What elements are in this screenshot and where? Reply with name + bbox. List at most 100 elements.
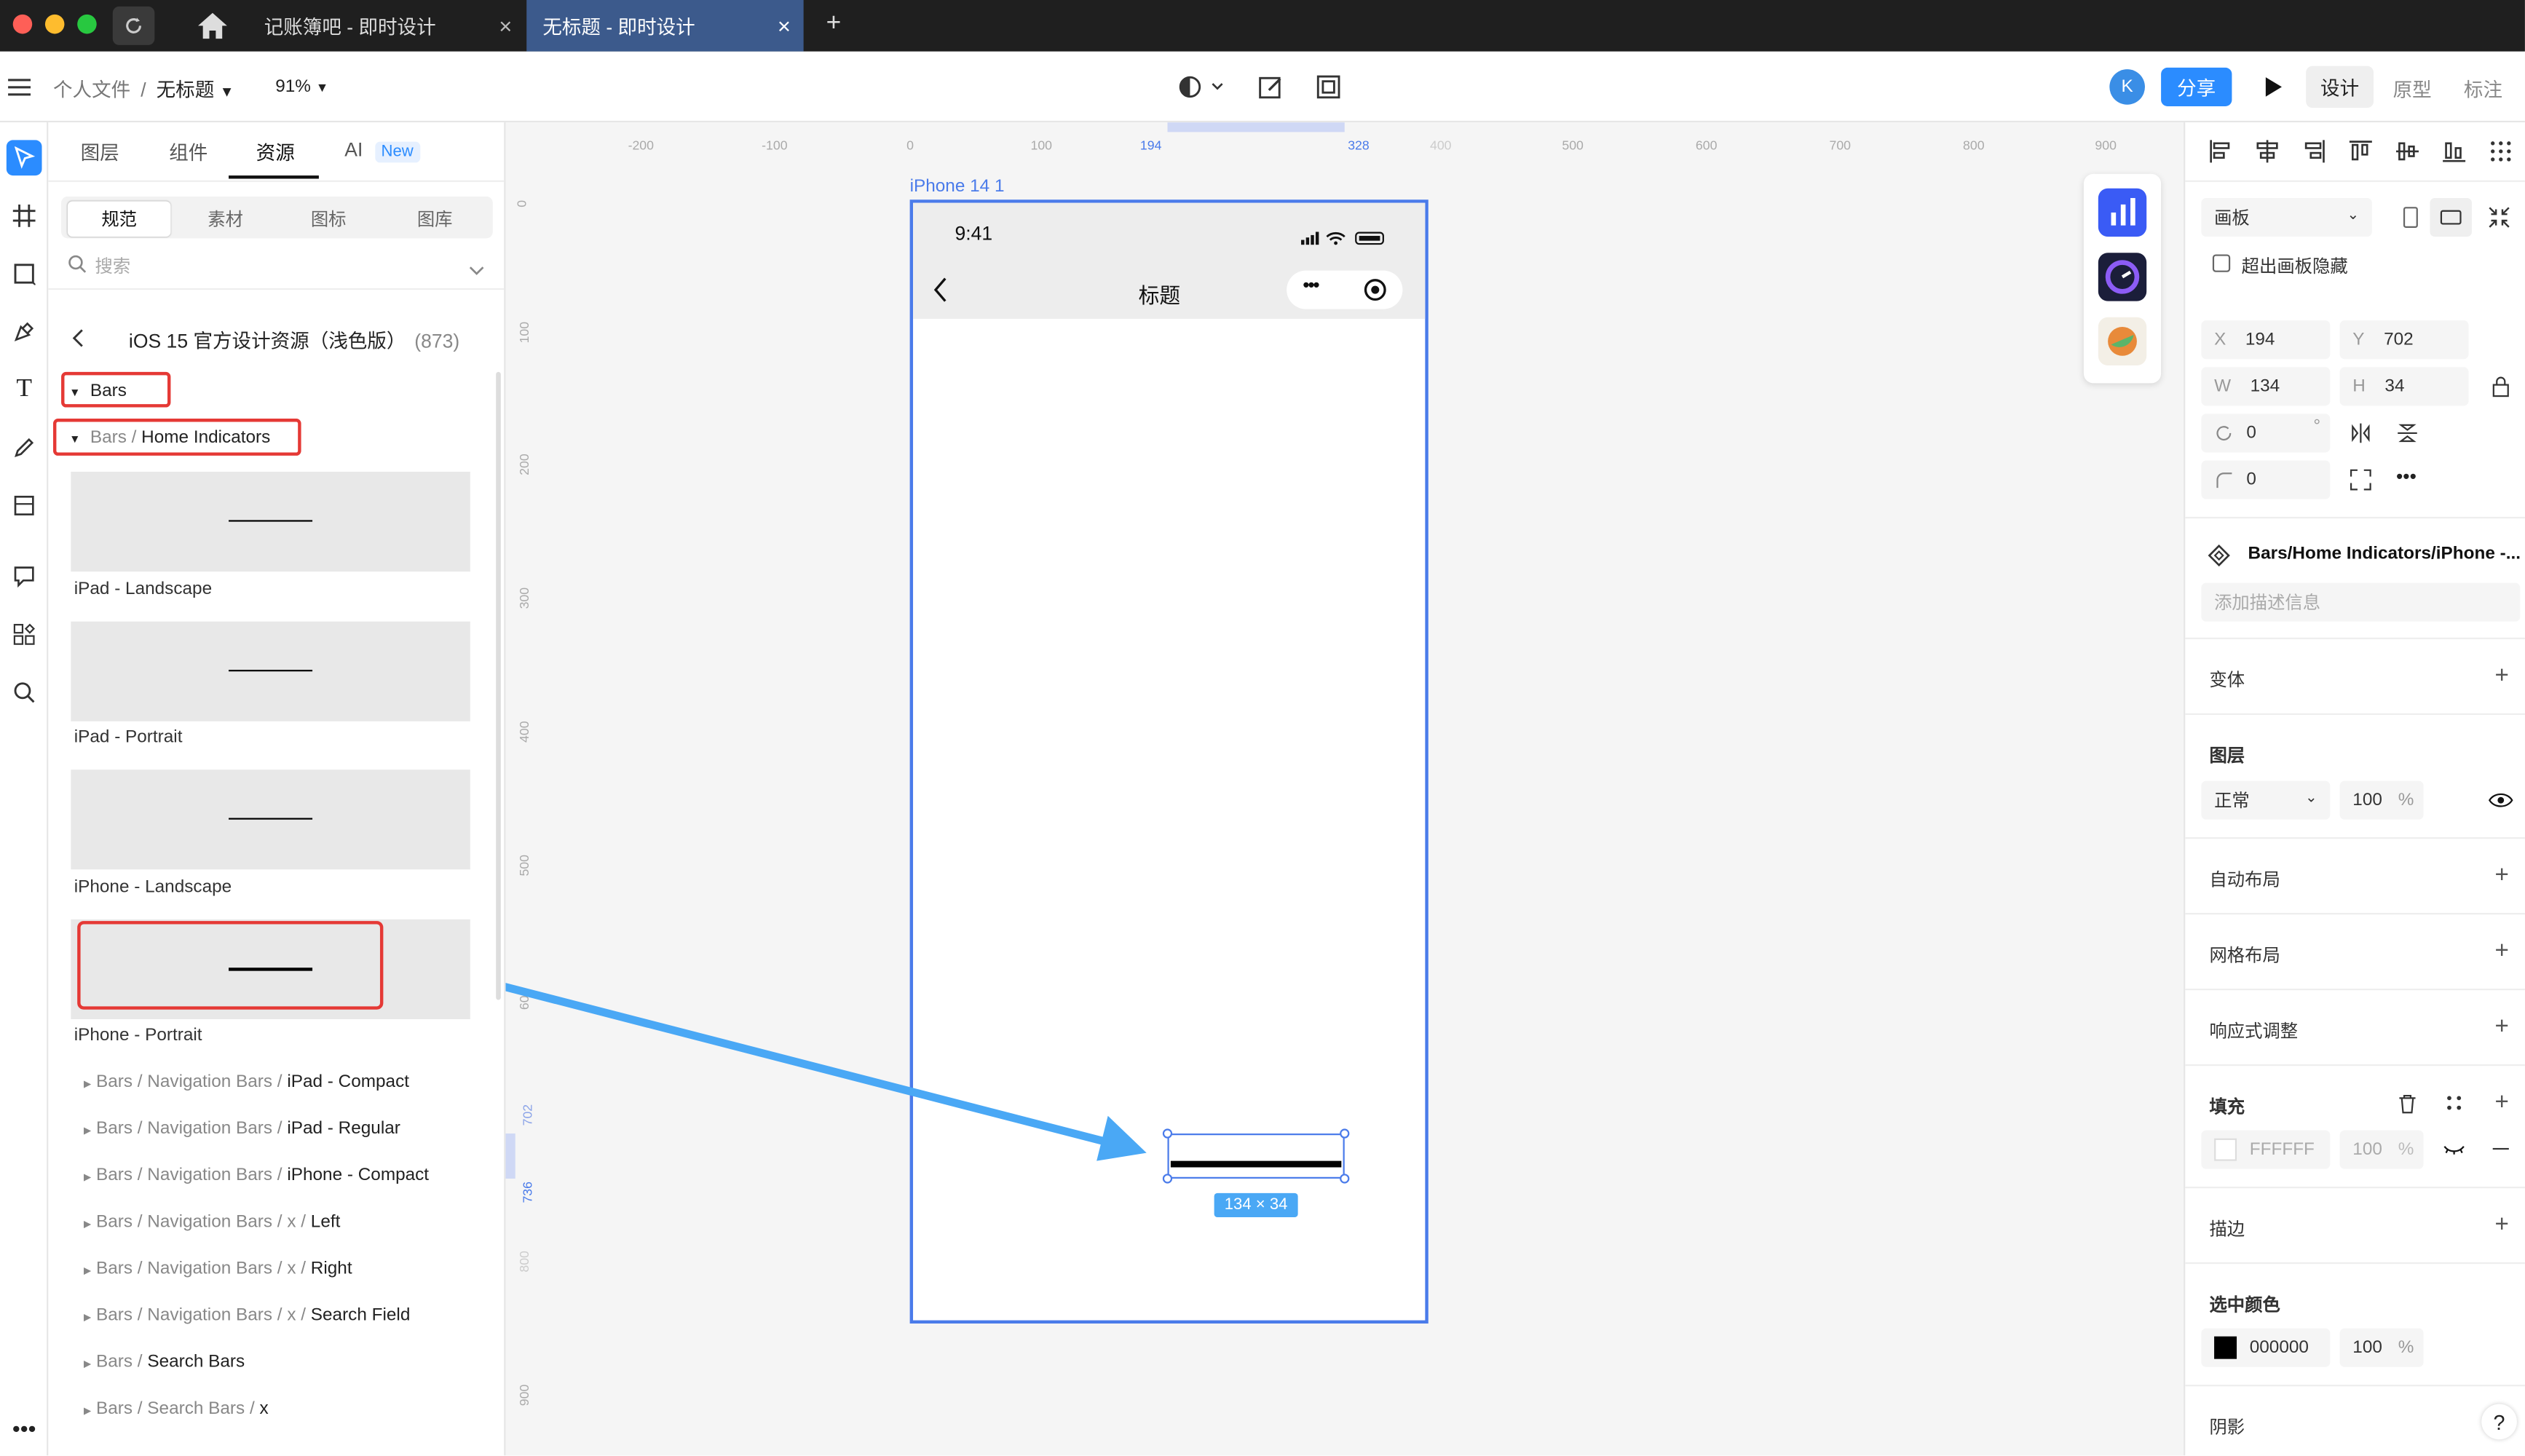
add-stroke-icon[interactable]: + [2494,1211,2508,1238]
chevron-down-icon[interactable]: ▼ [220,84,234,100]
tab-ai[interactable]: AI New [344,138,420,163]
more-options-icon[interactable]: ••• [2396,465,2417,488]
shape-tool[interactable] [7,256,42,292]
back-button[interactable] [71,327,87,356]
frame-view-button[interactable] [1316,74,1341,108]
mode-design-tab[interactable]: 设计 [2306,66,2374,108]
y-field[interactable]: Y 702 [2339,320,2469,360]
tree-item[interactable]: ▶ Bars / Navigation Bars / x / Search Fi… [84,1306,410,1326]
collapse-icon[interactable] [2488,206,2510,229]
component-thumb-iphone-landscape[interactable] [71,769,470,870]
mode-annotate-tab[interactable]: 标注 [2464,76,2502,103]
subtab-spec[interactable]: 规范 [67,201,171,237]
tree-item[interactable]: ▶ Bars / Navigation Bars / iPad - Compac… [84,1072,409,1092]
component-name[interactable]: Bars/Home Indicators/iPhone -... [2248,545,2521,564]
tree-item[interactable]: ▶ Bars / Navigation Bars / iPhone - Comp… [84,1166,429,1185]
plugins-tool[interactable] [7,617,42,652]
portrait-icon[interactable] [2401,206,2421,229]
tab-assets[interactable]: 资源 [256,138,295,166]
theme-toggle[interactable] [1179,74,1230,108]
tree-item-home-indicators[interactable]: ▼ Bars / Home Indicators [69,428,270,448]
file-name[interactable]: 无标题 [157,79,215,101]
frame-tool[interactable] [7,198,42,234]
tree-item[interactable]: ▶ Bars / Navigation Bars / x / Right [84,1259,352,1279]
close-tab-icon[interactable]: × [778,13,791,39]
selected-color-field[interactable]: 000000 [2201,1328,2331,1367]
style-icon[interactable] [2444,1093,2464,1113]
frame-type-select[interactable]: 画板 ⌄ [2201,198,2372,237]
pencil-tool[interactable] [7,430,42,466]
flip-horizontal-icon[interactable] [2350,422,2372,444]
x-field[interactable]: X 194 [2201,320,2331,360]
lock-icon[interactable] [2491,375,2510,397]
subtab-icons[interactable]: 图标 [277,201,380,237]
flip-vertical-icon[interactable] [2396,422,2419,444]
height-field[interactable]: H 34 [2339,367,2469,406]
fill-opacity-field[interactable]: 100 % [2339,1130,2424,1169]
tab-components[interactable]: 组件 [169,138,208,166]
blend-mode-select[interactable]: 正常 ⌄ [2201,780,2331,820]
component-thumb-ipad-landscape[interactable] [71,472,470,572]
layer-opacity-field[interactable]: 100 % [2339,780,2424,820]
rotation-field[interactable]: 0 ° [2201,414,2331,453]
tree-item[interactable]: ▶ Bars / Search Bars [84,1353,245,1372]
width-field[interactable]: W 134 [2201,367,2331,406]
tab-untitled[interactable]: 无标题 - 即时设计 × [526,0,804,52]
trash-icon[interactable] [2398,1093,2417,1115]
subtab-gallery[interactable]: 图库 [383,201,486,237]
description-input[interactable]: 添加描述信息 [2201,582,2521,622]
independent-corners-icon[interactable] [2350,469,2372,491]
corner-radius-field[interactable]: 0 [2201,460,2331,499]
tab-layers[interactable]: 图层 [81,138,119,166]
search-tool[interactable] [7,675,42,711]
subtab-materials[interactable]: 素材 [174,201,277,237]
design-canvas[interactable]: -200 -100 0 100 194 328 400 500 600 700 … [505,122,2184,1456]
avatar[interactable]: K [2109,69,2145,105]
remove-fill-icon[interactable] [2492,1147,2509,1151]
scrollbar[interactable] [496,371,501,1000]
eye-icon[interactable] [2488,791,2513,810]
tree-item[interactable]: ▶ Bars / Navigation Bars / iPad - Regula… [84,1119,400,1139]
fill-color-field[interactable]: FFFFFF [2201,1130,2331,1169]
search-input[interactable]: 搜索 [95,253,130,278]
align-toolbar[interactable] [2208,138,2513,164]
landscape-button[interactable] [2430,198,2472,237]
mode-prototype-tab[interactable]: 原型 [2393,76,2432,103]
component-thumb-ipad-portrait[interactable] [71,621,470,721]
help-button[interactable]: ? [2481,1404,2517,1440]
minimize-window-button[interactable] [44,14,65,34]
breadcrumb-parent[interactable]: 个人文件 [53,79,130,101]
move-tool[interactable] [6,140,42,176]
close-window-button[interactable] [12,14,33,34]
menu-button[interactable] [8,76,31,105]
add-variant-icon[interactable]: + [2494,662,2508,689]
selected-color-swatch[interactable] [2214,1336,2237,1359]
text-tool[interactable]: T [7,372,42,408]
play-button[interactable] [2261,76,2283,106]
share-button[interactable]: 分享 [2161,67,2232,106]
new-tab-button[interactable]: + [826,9,842,39]
tree-item[interactable]: ▶ Bars / Search Bars / x [84,1399,269,1419]
chevron-down-icon[interactable] [469,256,485,285]
close-tab-icon[interactable]: × [499,13,512,39]
add-responsive-icon[interactable]: + [2494,1013,2508,1040]
add-grid-layout-icon[interactable]: + [2494,937,2508,965]
reload-button[interactable] [112,6,155,45]
zoom-window-button[interactable] [77,14,97,34]
comment-tool[interactable] [7,558,42,594]
edit-button[interactable] [1257,74,1283,108]
more-tools-button[interactable]: ••• [7,1410,42,1446]
tab-ledger[interactable]: 记账簿吧 - 即时设计 × [248,0,525,52]
eye-closed-icon[interactable] [2443,1142,2465,1158]
add-auto-layout-icon[interactable]: + [2494,861,2508,889]
slice-tool[interactable] [7,488,42,523]
tree-item[interactable]: ▶ Bars / Navigation Bars / x / Left [84,1212,340,1232]
pen-tool[interactable] [7,314,42,349]
home-button[interactable] [193,8,232,52]
add-fill-icon[interactable]: + [2494,1088,2508,1116]
clip-content-checkbox[interactable] [2212,254,2231,272]
tree-item-bars[interactable]: ▼ Bars [69,381,127,401]
fill-swatch[interactable] [2214,1138,2237,1161]
selected-color-opacity[interactable]: 100 % [2339,1328,2424,1367]
zoom-select[interactable]: 91% ▼ [275,77,328,97]
